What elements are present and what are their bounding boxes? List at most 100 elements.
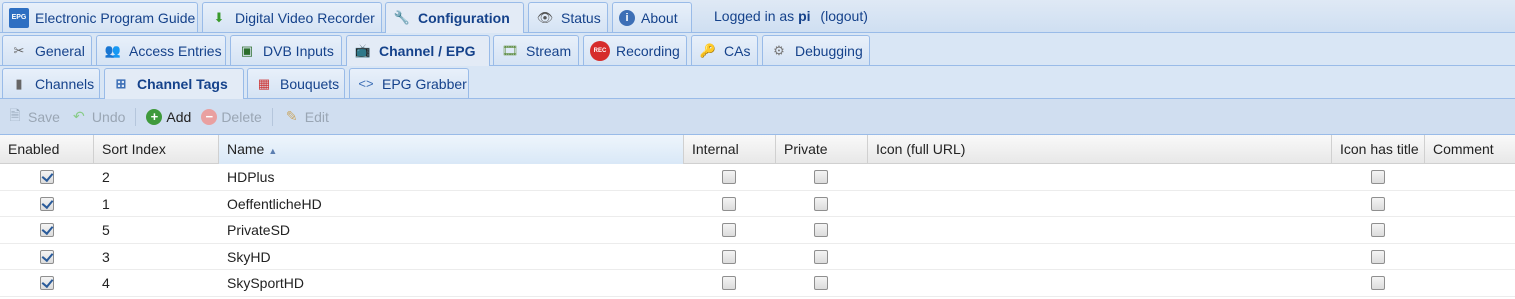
- tab-channel-epg[interactable]: 📺 Channel / EPG: [346, 35, 490, 66]
- name-cell: OeffentlicheHD: [227, 195, 322, 212]
- download-icon: ⬇: [213, 9, 225, 25]
- tab-configuration[interactable]: 🔧 Configuration: [385, 2, 524, 33]
- tab-debugging[interactable]: ⚙ Debugging: [762, 35, 870, 65]
- add-button[interactable]: + Add: [146, 108, 191, 125]
- tab-dvr[interactable]: ⬇ Digital Video Recorder: [202, 2, 382, 32]
- main-tabbar: EPG Electronic Program Guide ⬇ Digital V…: [0, 0, 1515, 33]
- tab-about[interactable]: i About: [612, 2, 692, 32]
- internal-checkbox[interactable]: [722, 223, 736, 237]
- sort-index-cell: 1: [102, 195, 110, 212]
- enabled-checkbox[interactable]: [40, 276, 54, 290]
- col-icon-url[interactable]: Icon (full URL): [868, 135, 1332, 164]
- tools-icon: ✂: [13, 42, 25, 58]
- edit-label: Edit: [304, 108, 329, 125]
- grid-toolbar: 🗎 Save ↶ Undo + Add − Delete ✎ Edit: [0, 99, 1515, 135]
- save-label: Save: [28, 108, 60, 125]
- table-row[interactable]: 3 SkyHD: [0, 244, 1515, 270]
- enabled-checkbox[interactable]: [40, 223, 54, 237]
- col-label: Internal: [692, 141, 739, 157]
- grid-header: Enabled Sort Index Name ▲ Internal Privat…: [0, 135, 1515, 164]
- tab-cas[interactable]: 🔑 CAs: [691, 35, 758, 65]
- private-checkbox[interactable]: [814, 276, 828, 290]
- rec-icon: REC: [590, 40, 610, 61]
- tab-label: CAs: [724, 42, 751, 59]
- sort-index-cell: 5: [102, 222, 110, 238]
- tab-recording[interactable]: REC Recording: [583, 35, 687, 65]
- film-icon: 🎞: [501, 42, 519, 58]
- col-internal[interactable]: Internal: [684, 135, 776, 164]
- icon-has-title-checkbox[interactable]: [1371, 196, 1385, 211]
- icon-has-title-checkbox[interactable]: [1371, 249, 1385, 264]
- private-checkbox[interactable]: [814, 249, 828, 264]
- enabled-checkbox[interactable]: [40, 196, 54, 211]
- internal-checkbox[interactable]: [722, 170, 736, 184]
- enabled-checkbox[interactable]: [40, 249, 54, 264]
- sort-index-cell: 2: [102, 169, 110, 185]
- login-prefix: Logged in as: [714, 8, 795, 24]
- remote-icon: ▮: [15, 75, 23, 91]
- col-label: Name: [227, 141, 265, 157]
- col-sort-index[interactable]: Sort Index: [94, 135, 219, 164]
- icon-url-cell: [868, 244, 876, 270]
- tab-label: Channel Tags: [137, 76, 228, 92]
- tab-label: DVB Inputs: [263, 42, 334, 59]
- icon-has-title-checkbox[interactable]: [1371, 170, 1385, 184]
- col-private[interactable]: Private: [776, 135, 868, 164]
- col-enabled[interactable]: Enabled: [0, 135, 94, 164]
- tab-epg-grabber[interactable]: <> EPG Grabber: [349, 68, 469, 98]
- sub-tabbar: ▮ Channels ⊞ Channel Tags ▦ Bouquets <> …: [0, 66, 1515, 99]
- undo-button[interactable]: ↶ Undo: [70, 108, 125, 126]
- name-cell: HDPlus: [227, 169, 275, 185]
- tab-label: Status: [561, 9, 601, 26]
- comment-cell: [1425, 270, 1433, 296]
- gears-icon: ⚙: [773, 42, 785, 58]
- col-label: Sort Index: [102, 141, 166, 157]
- tab-status[interactable]: 👁 Status: [528, 2, 608, 32]
- sort-asc-icon: ▲: [268, 146, 278, 156]
- internal-checkbox[interactable]: [722, 276, 736, 290]
- col-name[interactable]: Name ▲: [219, 135, 684, 164]
- table-row[interactable]: 4 SkySportHD: [0, 270, 1515, 297]
- login-status: Logged in as pi (logout): [714, 8, 868, 24]
- private-checkbox[interactable]: [814, 196, 828, 211]
- tab-label: Electronic Program Guide: [35, 9, 196, 26]
- internal-checkbox[interactable]: [722, 249, 736, 264]
- comment-cell: [1425, 191, 1433, 217]
- icon-has-title-checkbox[interactable]: [1371, 276, 1385, 290]
- name-cell: PrivateSD: [227, 222, 291, 238]
- tab-stream[interactable]: 🎞 Stream: [493, 35, 579, 65]
- epg-icon: EPG: [9, 7, 29, 28]
- logout-link[interactable]: (logout): [820, 8, 867, 24]
- icon-has-title-checkbox[interactable]: [1371, 223, 1385, 237]
- private-checkbox[interactable]: [814, 223, 828, 237]
- table-row[interactable]: 5 PrivateSD: [0, 217, 1515, 244]
- grid-body: 2 HDPlus 1 OeffentlicheHD 5 PrivateSD 3 SkyHD 4 S…: [0, 164, 1515, 297]
- tab-general[interactable]: ✂ General: [2, 35, 92, 65]
- code-icon: <>: [358, 76, 374, 91]
- tab-access-entries[interactable]: 👥 Access Entries: [96, 35, 226, 65]
- delete-button[interactable]: − Delete: [201, 108, 262, 125]
- table-row[interactable]: 1 OeffentlicheHD: [0, 191, 1515, 217]
- tab-label: About: [641, 9, 678, 26]
- col-icon-has-title[interactable]: Icon has title: [1332, 135, 1425, 164]
- col-label: Icon has title: [1340, 141, 1419, 157]
- tab-dvb-inputs[interactable]: ▣ DVB Inputs: [230, 35, 342, 65]
- tab-bouquets[interactable]: ▦ Bouquets: [247, 68, 345, 98]
- edit-button[interactable]: ✎ Edit: [283, 108, 329, 126]
- table-row[interactable]: 2 HDPlus: [0, 164, 1515, 191]
- tab-label: Configuration: [418, 10, 510, 26]
- internal-checkbox[interactable]: [722, 196, 736, 211]
- enabled-checkbox[interactable]: [40, 170, 54, 184]
- tab-label: General: [35, 42, 85, 59]
- tab-channel-tags[interactable]: ⊞ Channel Tags: [104, 68, 244, 99]
- tab-epg[interactable]: EPG Electronic Program Guide: [2, 2, 198, 32]
- wrench-icon: 🔧: [393, 10, 411, 25]
- col-label: Comment: [1433, 141, 1494, 157]
- private-checkbox[interactable]: [814, 170, 828, 184]
- icon-url-cell: [868, 217, 876, 243]
- users-icon: 👥: [104, 42, 122, 58]
- name-cell: SkySportHD: [227, 275, 305, 291]
- save-button[interactable]: 🗎 Save: [6, 107, 60, 126]
- tab-channels[interactable]: ▮ Channels: [2, 68, 100, 98]
- col-comment[interactable]: Comment: [1425, 135, 1515, 164]
